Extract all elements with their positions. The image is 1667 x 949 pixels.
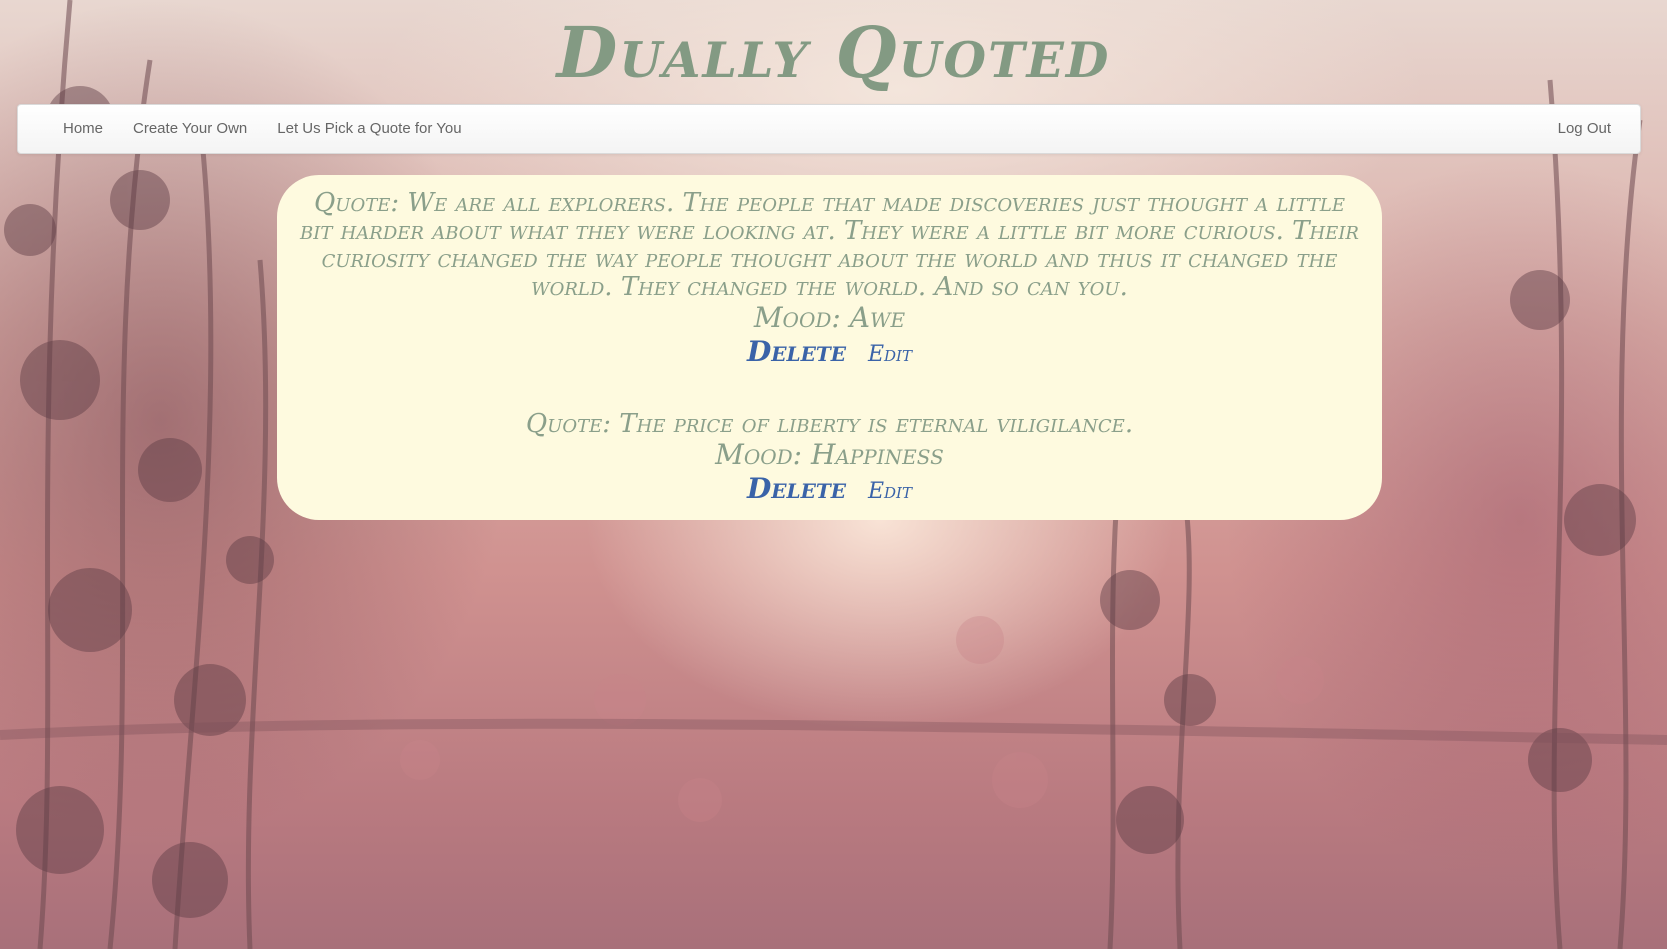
- nav-home-link[interactable]: Home: [48, 105, 118, 153]
- quote-mood: Mood: Awe: [753, 301, 906, 334]
- delete-quote-link[interactable]: Delete: [747, 472, 846, 505]
- nav-links: Home Create Your Own Let Us Pick a Quote…: [48, 105, 477, 153]
- quote-mood: Mood: Happiness: [715, 438, 944, 471]
- delete-quote-link[interactable]: Delete: [747, 335, 846, 368]
- logout-link[interactable]: Log Out: [1543, 105, 1626, 153]
- quotes-panel: Quote: We are all explorers. The people …: [277, 175, 1382, 520]
- quote-actions: Delete Edit: [297, 335, 1362, 368]
- site-title: Dually Quoted: [556, 11, 1111, 94]
- nav-pick-quote-link[interactable]: Let Us Pick a Quote for You: [262, 105, 476, 153]
- nav-right: Log Out: [1543, 105, 1626, 153]
- quote-entry: Quote: We are all explorers. The people …: [297, 189, 1362, 368]
- quote-text: Quote: The price of liberty is eternal v…: [525, 409, 1134, 439]
- edit-quote-link[interactable]: Edit: [868, 342, 912, 367]
- quote-actions: Delete Edit: [297, 472, 1362, 505]
- edit-quote-link[interactable]: Edit: [868, 479, 912, 504]
- quote-entry: Quote: The price of liberty is eternal v…: [297, 410, 1362, 505]
- nav-create-your-own-link[interactable]: Create Your Own: [118, 105, 262, 153]
- navbar: Home Create Your Own Let Us Pick a Quote…: [17, 104, 1641, 154]
- quote-text: Quote: We are all explorers. The people …: [300, 188, 1359, 302]
